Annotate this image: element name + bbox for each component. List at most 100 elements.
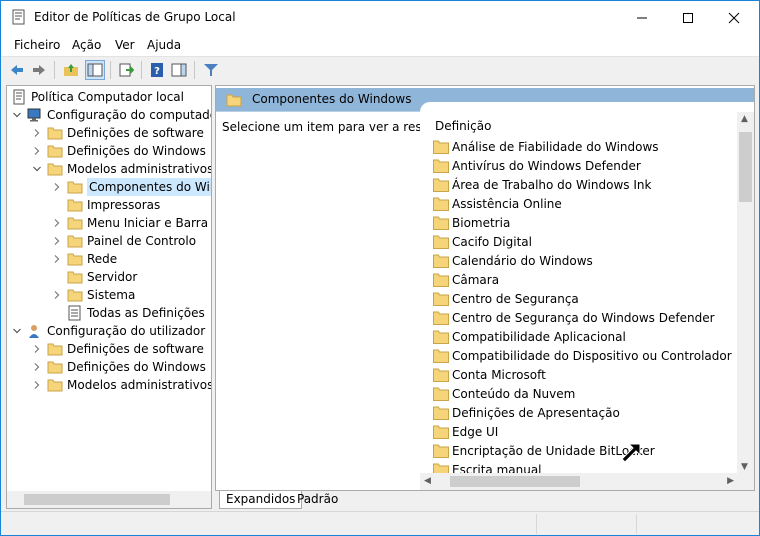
tree-item-label: Definições de software	[67, 342, 204, 356]
show-hide-tree-button[interactable]	[85, 60, 105, 80]
horizontal-scrollbar[interactable]: ◀ ▶	[420, 473, 754, 490]
folder-icon	[433, 311, 449, 325]
chevron-down-icon[interactable]	[13, 327, 21, 335]
menu-acao[interactable]: Ação	[72, 38, 101, 52]
close-icon	[728, 12, 740, 23]
tree-item[interactable]: Menu Iniciar e Barra de	[7, 214, 211, 232]
chevron-right-icon[interactable]	[33, 129, 41, 137]
list-item-label: Cacifo Digital	[452, 235, 532, 249]
app-window: Editor de Políticas de Grupo Local Fiche…	[0, 0, 760, 536]
folder-icon	[47, 163, 63, 176]
details-title: Componentes do Windows	[252, 92, 412, 106]
tree-item-label: Componentes do Wind	[87, 178, 211, 196]
chevron-right-icon[interactable]	[53, 291, 61, 299]
list-item-label: Câmara	[452, 273, 500, 287]
export-list-button[interactable]	[116, 60, 136, 80]
tab-padrao[interactable]: Padrão	[291, 491, 344, 509]
tree-item[interactable]: Sistema	[7, 286, 211, 304]
scroll-thumb[interactable]	[24, 494, 170, 505]
description-text: Selecione um item para ver a respetiva d…	[222, 120, 424, 134]
help-icon: ?	[151, 63, 163, 77]
folder-icon	[226, 94, 242, 107]
menu-ver[interactable]: Ver	[115, 38, 135, 52]
scroll-up-icon[interactable]: ▲	[741, 114, 748, 124]
folder-icon	[433, 178, 449, 192]
tree-item[interactable]: Configuração do computador	[7, 106, 211, 124]
tree-item-label: Painel de Controlo	[87, 234, 197, 248]
menu-ajuda[interactable]: Ajuda	[147, 38, 181, 52]
tree-item-label: Definições de software	[67, 126, 204, 140]
list-item-label: Edge UI	[452, 425, 499, 439]
tree-item[interactable]: Configuração do utilizador	[7, 322, 211, 340]
tree-item-label: Impressoras	[87, 198, 161, 212]
close-button[interactable]	[711, 1, 757, 34]
scroll-down-icon[interactable]: ▼	[741, 462, 748, 472]
policy-icon	[13, 89, 25, 105]
folder-icon	[67, 217, 83, 230]
tree-item[interactable]: Todas as Definições	[7, 304, 211, 322]
folder-icon	[47, 361, 63, 374]
list-item-label: Assistência Online	[452, 197, 562, 211]
maximize-button[interactable]	[665, 1, 711, 34]
column-header-definicao[interactable]: Definição	[435, 119, 491, 133]
scroll-thumb[interactable]	[739, 132, 752, 202]
tree-item[interactable]: Definições do Windows	[7, 358, 211, 376]
show-hide-tree-icon	[87, 63, 103, 77]
tree-item-label: Definições do Windows	[67, 360, 206, 374]
tree-item[interactable]: Modelos administrativos	[7, 376, 211, 394]
folder-icon	[67, 199, 83, 212]
forward-button[interactable]	[29, 60, 49, 80]
chevron-down-icon[interactable]	[13, 111, 21, 119]
chevron-right-icon[interactable]	[53, 219, 61, 227]
folder-icon	[433, 197, 449, 211]
tree-item[interactable]: Impressoras	[7, 196, 211, 214]
chevron-right-icon[interactable]	[53, 255, 61, 263]
chevron-right-icon[interactable]	[33, 345, 41, 353]
list-item-label: Centro de Segurança	[452, 292, 579, 306]
status-bar	[1, 511, 759, 535]
folder-icon	[47, 379, 63, 392]
tree-item[interactable]: Componentes do Wind	[7, 178, 211, 196]
tree-item[interactable]: Definições de software	[7, 124, 211, 142]
chevron-down-icon[interactable]	[33, 165, 41, 173]
tree-horizontal-scrollbar[interactable]	[7, 491, 211, 508]
chevron-right-icon[interactable]	[33, 363, 41, 371]
tree-item-label: Rede	[87, 252, 118, 266]
tree-item[interactable]: Modelos administrativos	[7, 160, 211, 178]
tree-item[interactable]: Política Computador local	[7, 88, 211, 106]
scroll-thumb[interactable]	[450, 476, 580, 487]
folder-icon	[433, 425, 449, 439]
tree-item[interactable]: Servidor	[7, 268, 211, 286]
tree-item-label: Todas as Definições	[87, 306, 205, 320]
tab-expandidos[interactable]: Expandidos	[219, 491, 303, 509]
minimize-button[interactable]	[619, 1, 665, 34]
tree-item-label: Configuração do utilizador	[47, 324, 206, 338]
folder-icon	[433, 368, 449, 382]
back-button[interactable]	[7, 60, 27, 80]
tree-item-label: Menu Iniciar e Barra de	[87, 216, 211, 230]
tree-item[interactable]: Definições de software	[7, 340, 211, 358]
tree-item[interactable]: Rede	[7, 250, 211, 268]
scroll-right-icon[interactable]: ▶	[727, 476, 734, 486]
folder-icon	[433, 216, 449, 230]
folder-icon	[433, 254, 449, 268]
tree-item[interactable]: Definições do Windows	[7, 142, 211, 160]
chevron-right-icon[interactable]	[53, 237, 61, 245]
list-item-label: Definições de Apresentação	[452, 406, 620, 420]
folder-icon	[47, 145, 63, 158]
filter-button[interactable]	[201, 60, 221, 80]
chevron-right-icon[interactable]	[33, 147, 41, 155]
tree-item[interactable]: Painel de Controlo	[7, 232, 211, 250]
vertical-scrollbar[interactable]: ▲ ▼	[737, 112, 754, 474]
chevron-right-icon[interactable]	[53, 183, 61, 191]
show-hide-action-button[interactable]	[169, 60, 189, 80]
folder-icon	[433, 159, 449, 173]
chevron-right-icon[interactable]	[33, 381, 41, 389]
help-button[interactable]: ?	[147, 60, 167, 80]
menu-bar: Ficheiro Ação Ver Ajuda	[1, 34, 759, 56]
menu-ficheiro[interactable]: Ficheiro	[14, 38, 60, 52]
tree-item-label: Sistema	[87, 288, 136, 302]
up-folder-button[interactable]	[61, 60, 81, 80]
up-folder-icon	[64, 64, 78, 76]
scroll-left-icon[interactable]: ◀	[424, 476, 431, 486]
